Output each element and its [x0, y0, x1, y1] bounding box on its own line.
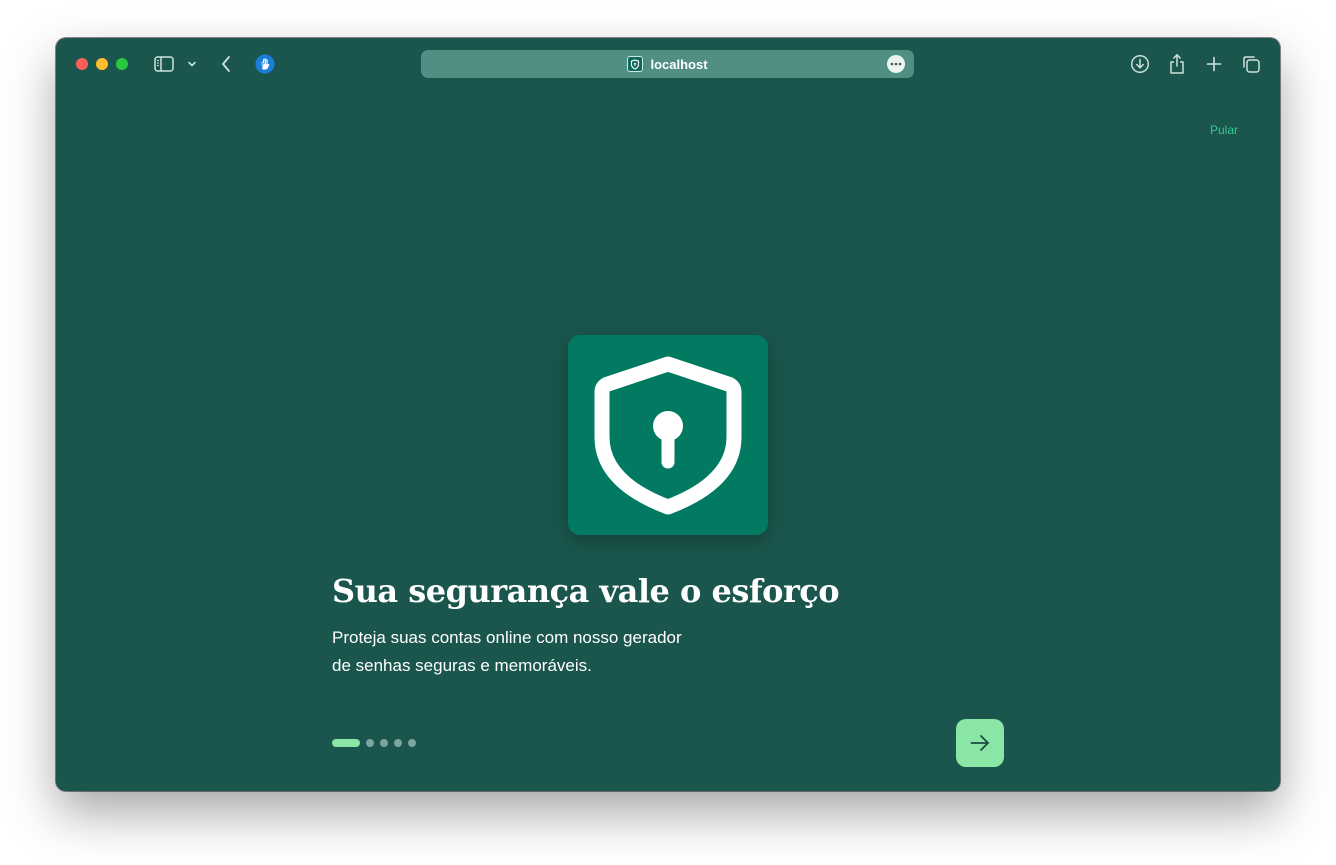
pagination-dot[interactable] [366, 739, 374, 747]
tab-overview-icon[interactable] [1239, 52, 1263, 76]
arrow-right-icon [970, 735, 989, 751]
download-icon[interactable] [1128, 52, 1152, 76]
shield-icon [627, 56, 644, 72]
pagination-dot-active[interactable] [332, 739, 360, 747]
onboarding-title: Sua segurança vale o esforço [332, 572, 840, 610]
pagination-dot[interactable] [408, 739, 416, 747]
chevron-down-icon[interactable] [180, 52, 204, 76]
pagination-dots [332, 739, 416, 747]
address-bar[interactable]: localhost [421, 50, 914, 78]
close-window-button[interactable] [76, 58, 88, 70]
pagination-dot[interactable] [380, 739, 388, 747]
address-url: localhost [650, 56, 708, 72]
subtitle-line-1: Proteja suas contas online com nosso ger… [332, 628, 682, 647]
shield-keyhole-icon [568, 335, 768, 535]
subtitle-line-2: de senhas seguras e memoráveis. [332, 656, 592, 675]
skip-button[interactable]: Pular [1210, 123, 1238, 137]
chevron-left-icon[interactable] [214, 52, 238, 76]
hand-icon[interactable] [253, 52, 277, 76]
onboarding-subtitle: Proteja suas contas online com nosso ger… [332, 624, 732, 680]
browser-toolbar: localhost [56, 38, 1280, 90]
minimize-window-button[interactable] [96, 58, 108, 70]
plus-icon[interactable] [1202, 52, 1226, 76]
next-button[interactable] [956, 719, 1004, 767]
ellipsis-icon[interactable] [887, 55, 905, 73]
sidebar-icon[interactable] [152, 52, 176, 76]
browser-window: localhost Pular Sua segurança vale o esf… [56, 38, 1280, 791]
share-icon[interactable] [1165, 52, 1189, 76]
pagination-dot[interactable] [394, 739, 402, 747]
zoom-window-button[interactable] [116, 58, 128, 70]
